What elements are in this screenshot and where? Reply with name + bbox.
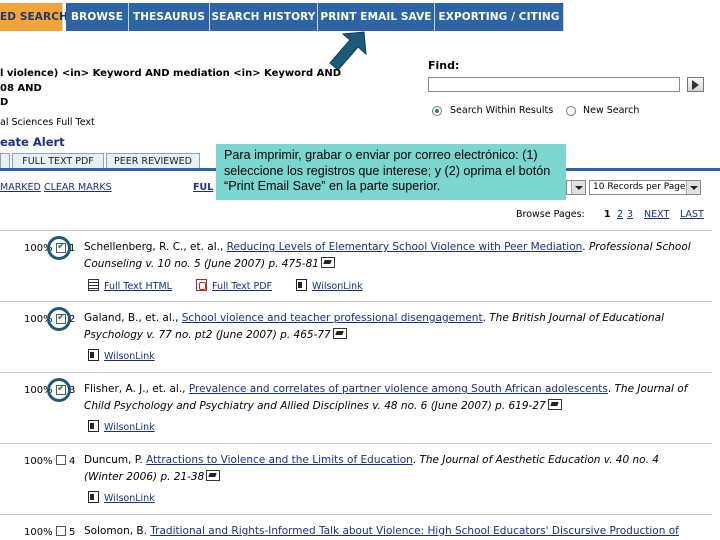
pdf-icon xyxy=(196,279,207,291)
article-title-link[interactable]: Prevalence and correlates of partner vio… xyxy=(189,383,608,395)
marked-link[interactable]: MARKED xyxy=(0,182,41,193)
citation: Flisher, A. J., et. al., Prevalence and … xyxy=(84,383,688,412)
play-icon xyxy=(692,80,699,90)
article-title-link[interactable]: Traditional and Rights-Informed Talk abo… xyxy=(150,525,679,537)
record-number: 4 xyxy=(69,456,76,467)
article-title-link[interactable]: Reducing Levels of Elementary School Vio… xyxy=(227,241,583,253)
wilsonlink-icon xyxy=(296,279,307,291)
page-1: 1 xyxy=(604,209,611,220)
table-row xyxy=(0,372,712,373)
page-3-link[interactable]: 3 xyxy=(627,209,633,220)
article-title-link[interactable]: Attractions to Violence and the Limits o… xyxy=(146,454,413,466)
article-title-link[interactable]: School violence and teacher professional… xyxy=(182,312,483,324)
highlight-circle xyxy=(47,378,71,402)
wilsonlink-icon xyxy=(88,491,99,503)
query-line-3: D xyxy=(0,97,9,108)
wilsonlink-link[interactable]: WilsonLink xyxy=(88,349,155,362)
table-row xyxy=(0,514,712,515)
full-text-html-link[interactable]: Full Text HTML xyxy=(88,279,172,292)
peer-reviewed-icon xyxy=(321,257,335,268)
peer-reviewed-icon xyxy=(206,470,221,481)
highlight-circle xyxy=(47,236,71,260)
new-search-label: New Search xyxy=(583,105,640,116)
relevance: 100% xyxy=(24,456,53,467)
relevance: 100% xyxy=(24,527,53,538)
full-text-link[interactable]: FUL xyxy=(193,182,213,193)
subtab-peer-reviewed[interactable]: PEER REVIEWED xyxy=(106,153,200,169)
query-line-2: 08 AND xyxy=(0,83,42,94)
table-row xyxy=(0,301,712,302)
instruction-callout: Para imprimir, grabar o enviar por corre… xyxy=(216,144,566,200)
citation: Duncum, P. Attractions to Violence and t… xyxy=(84,454,659,483)
peer-reviewed-icon xyxy=(547,399,562,410)
tab-search-history[interactable]: SEARCH HISTORY xyxy=(210,3,318,31)
browse-pages-label: Browse Pages: xyxy=(516,209,585,220)
citation: Solomon, B. Traditional and Rights-Infor… xyxy=(84,525,679,537)
tab-print-email-save[interactable]: PRINT EMAIL SAVE xyxy=(318,3,435,31)
tab-advanced-search[interactable]: ED SEARCH xyxy=(0,3,68,31)
tab-exporting-citing[interactable]: EXPORTING / CITING xyxy=(435,3,564,31)
wilsonlink-link[interactable]: WilsonLink xyxy=(88,491,155,504)
query-line-1: l violence) <in> Keyword AND mediation <… xyxy=(0,68,342,79)
record-checkbox[interactable] xyxy=(56,455,66,465)
new-search-radio[interactable] xyxy=(566,106,576,116)
html-document-icon xyxy=(88,279,99,291)
database-name: al Sciences Full Text xyxy=(0,117,95,128)
find-input[interactable] xyxy=(428,77,680,92)
wilsonlink-link[interactable]: WilsonLink xyxy=(296,279,363,292)
chevron-down-icon xyxy=(571,181,585,194)
wilsonlink-icon xyxy=(88,420,99,432)
next-link[interactable]: NEXT xyxy=(644,209,669,220)
peer-reviewed-icon xyxy=(332,328,347,339)
citation: Schellenberg, R. C., et. al., Reducing L… xyxy=(84,241,691,270)
table-row xyxy=(0,443,712,444)
records-per-page-select[interactable]: 10 Records per Page xyxy=(589,180,701,195)
search-within-label: Search Within Results xyxy=(450,105,554,116)
highlight-circle xyxy=(47,307,71,331)
chevron-down-icon xyxy=(686,181,700,194)
full-text-pdf-link[interactable]: Full Text PDF xyxy=(196,279,272,292)
subtab-full-text-pdf[interactable]: FULL TEXT PDF xyxy=(12,153,104,169)
find-go-button[interactable] xyxy=(687,77,704,92)
table-row xyxy=(0,230,712,231)
record-checkbox[interactable] xyxy=(56,526,66,536)
tab-browse[interactable]: BROWSE xyxy=(66,3,129,31)
subtab-all[interactable] xyxy=(0,153,10,169)
clear-marks-link[interactable]: CLEAR MARKS xyxy=(44,182,112,193)
citation: Galand, B., et. al., School violence and… xyxy=(84,312,664,341)
last-link[interactable]: LAST xyxy=(680,209,704,220)
create-alert-link[interactable]: eate Alert xyxy=(0,135,65,149)
page-2-link[interactable]: 2 xyxy=(617,209,623,220)
wilsonlink-link[interactable]: WilsonLink xyxy=(88,420,155,433)
find-label: Find: xyxy=(428,59,460,72)
wilsonlink-icon xyxy=(88,349,99,361)
tab-thesaurus[interactable]: THESAURUS xyxy=(129,3,210,31)
search-within-radio[interactable] xyxy=(432,106,442,116)
record-number: 5 xyxy=(69,527,76,538)
tab-bar: ED SEARCH BROWSE THESAURUS SEARCH HISTOR… xyxy=(0,0,720,34)
sort-select[interactable] xyxy=(566,180,586,195)
